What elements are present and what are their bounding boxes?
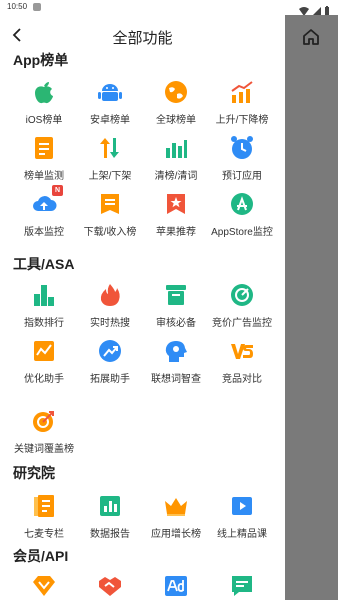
status-bar: 10:50	[0, 0, 338, 16]
feature-keyword-coverage[interactable]: 关键词覆盖榜	[10, 408, 78, 455]
feature-review-essentials[interactable]: 审核必备	[142, 282, 210, 329]
notification-icon	[33, 3, 41, 11]
brain-search-icon	[163, 338, 189, 364]
feature-online-course[interactable]: 线上精品课	[208, 493, 276, 540]
feature-preorder-app[interactable]: 预订应用	[208, 135, 276, 182]
feature-cooperation[interactable]	[76, 573, 144, 600]
feature-version-monitor[interactable]: N 版本监控	[10, 185, 78, 238]
feature-realtime-hot-search[interactable]: 实时热搜	[76, 282, 144, 329]
video-play-icon	[229, 493, 255, 519]
header: 全部功能	[0, 23, 285, 49]
vs-icon	[229, 338, 255, 364]
section-title-member: 会员/API	[13, 548, 69, 564]
feature-bid-ad-monitor[interactable]: 竞价广告监控	[208, 282, 276, 329]
feature-app-growth-rank[interactable]: 应用增长榜	[142, 493, 210, 540]
alarm-clock-icon	[229, 135, 255, 161]
feature-association-word[interactable]: 联想词智查	[142, 338, 210, 385]
review-box-icon	[163, 282, 189, 308]
expand-arrow-icon	[97, 338, 123, 364]
feature-label: 拓展助手	[90, 374, 130, 385]
vip-badge-icon	[31, 573, 57, 599]
section-title-research: 研究院	[13, 465, 55, 481]
globe-icon	[163, 79, 189, 105]
feature-expand-assistant[interactable]: 拓展助手	[76, 338, 144, 385]
feature-data-report[interactable]: 数据报告	[76, 493, 144, 540]
up-down-arrows-icon	[97, 135, 123, 161]
feature-competitor-compare[interactable]: 竞品对比	[208, 338, 276, 385]
bar-rank-icon	[31, 282, 57, 308]
bookmark-star-icon	[163, 191, 189, 217]
cloud-upload-icon: N	[31, 185, 63, 217]
feature-label: 数据报告	[90, 529, 130, 540]
feature-label: 优化助手	[24, 374, 64, 385]
feature-label: 七麦专栏	[24, 529, 64, 540]
side-overlay	[285, 15, 338, 600]
feature-appstore-monitor[interactable]: AppStore监控	[208, 191, 276, 238]
home-button[interactable]	[302, 28, 320, 46]
trend-chart-icon	[229, 79, 255, 105]
flame-icon	[97, 282, 123, 308]
bar-chart-icon	[163, 135, 189, 161]
feature-label: 竞价广告监控	[212, 318, 272, 329]
apple-icon	[31, 79, 57, 105]
android-icon	[97, 79, 123, 105]
feature-api[interactable]	[208, 573, 276, 600]
section-title-app-rank: App榜单	[13, 52, 69, 68]
monitor-doc-icon	[31, 135, 57, 161]
feature-label: 清榜/清词	[154, 171, 198, 182]
feature-label: 苹果推荐	[156, 227, 196, 238]
feature-on-off-shelf[interactable]: 上架/下架	[76, 135, 144, 182]
handshake-icon	[97, 573, 123, 599]
download-doc-icon	[97, 191, 123, 217]
feature-label: 版本监控	[24, 227, 64, 238]
keyword-target-icon	[31, 408, 57, 434]
appstore-icon	[229, 191, 255, 217]
feature-download-revenue-rank[interactable]: 下载/收入榜	[76, 191, 144, 238]
feature-label: 线上精品课	[217, 529, 267, 540]
column-doc-icon	[31, 493, 57, 519]
feature-ios-rank[interactable]: iOS榜单	[10, 79, 78, 126]
status-time: 10:50	[7, 2, 28, 11]
feature-android-rank[interactable]: 安卓榜单	[76, 79, 144, 126]
feature-label: 关键词覆盖榜	[14, 444, 74, 455]
feature-label: 下载/收入榜	[83, 227, 137, 238]
feature-label: 上架/下架	[88, 171, 132, 182]
feature-ad[interactable]	[142, 573, 210, 600]
optimize-chart-icon	[31, 338, 57, 364]
feature-optimize-assistant[interactable]: 优化助手	[10, 338, 78, 385]
feature-label: 榜单监测	[24, 171, 64, 182]
feature-label: 应用增长榜	[151, 529, 201, 540]
feature-label: iOS榜单	[25, 115, 63, 126]
new-badge: N	[52, 185, 63, 196]
section-title-tools: 工具/ASA	[13, 256, 75, 272]
all-features-panel: 全部功能 App榜单 iOS榜单 安卓榜单 全球榜单 上升/下降榜 榜单监测 上…	[0, 15, 285, 600]
feature-label: 上升/下降榜	[215, 115, 269, 126]
feature-label: 联想词智查	[151, 374, 201, 385]
home-icon	[303, 29, 319, 45]
ad-icon	[163, 573, 189, 599]
crown-icon	[163, 493, 189, 519]
feature-global-rank[interactable]: 全球榜单	[142, 79, 210, 126]
target-icon	[229, 282, 255, 308]
feature-index-rank[interactable]: 指数排行	[10, 282, 78, 329]
page-title: 全部功能	[112, 30, 173, 47]
feature-clear-rank[interactable]: 清榜/清词	[142, 135, 210, 182]
feature-vip[interactable]	[10, 573, 78, 600]
feature-label: 安卓榜单	[90, 115, 130, 126]
feature-up-down-rank[interactable]: 上升/下降榜	[208, 79, 276, 126]
feature-label: 审核必备	[156, 318, 196, 329]
feature-label: AppStore监控	[211, 227, 273, 238]
feature-label: 竞品对比	[222, 374, 262, 385]
feature-qimai-column[interactable]: 七麦专栏	[10, 493, 78, 540]
feature-label: 预订应用	[222, 171, 262, 182]
feature-apple-recommend[interactable]: 苹果推荐	[142, 191, 210, 238]
feature-label: 实时热搜	[90, 318, 130, 329]
feature-label: 全球榜单	[156, 115, 196, 126]
feature-label: 指数排行	[24, 318, 64, 329]
report-chart-icon	[97, 493, 123, 519]
api-doc-icon	[229, 573, 255, 599]
feature-rank-monitor[interactable]: 榜单监测	[10, 135, 78, 182]
